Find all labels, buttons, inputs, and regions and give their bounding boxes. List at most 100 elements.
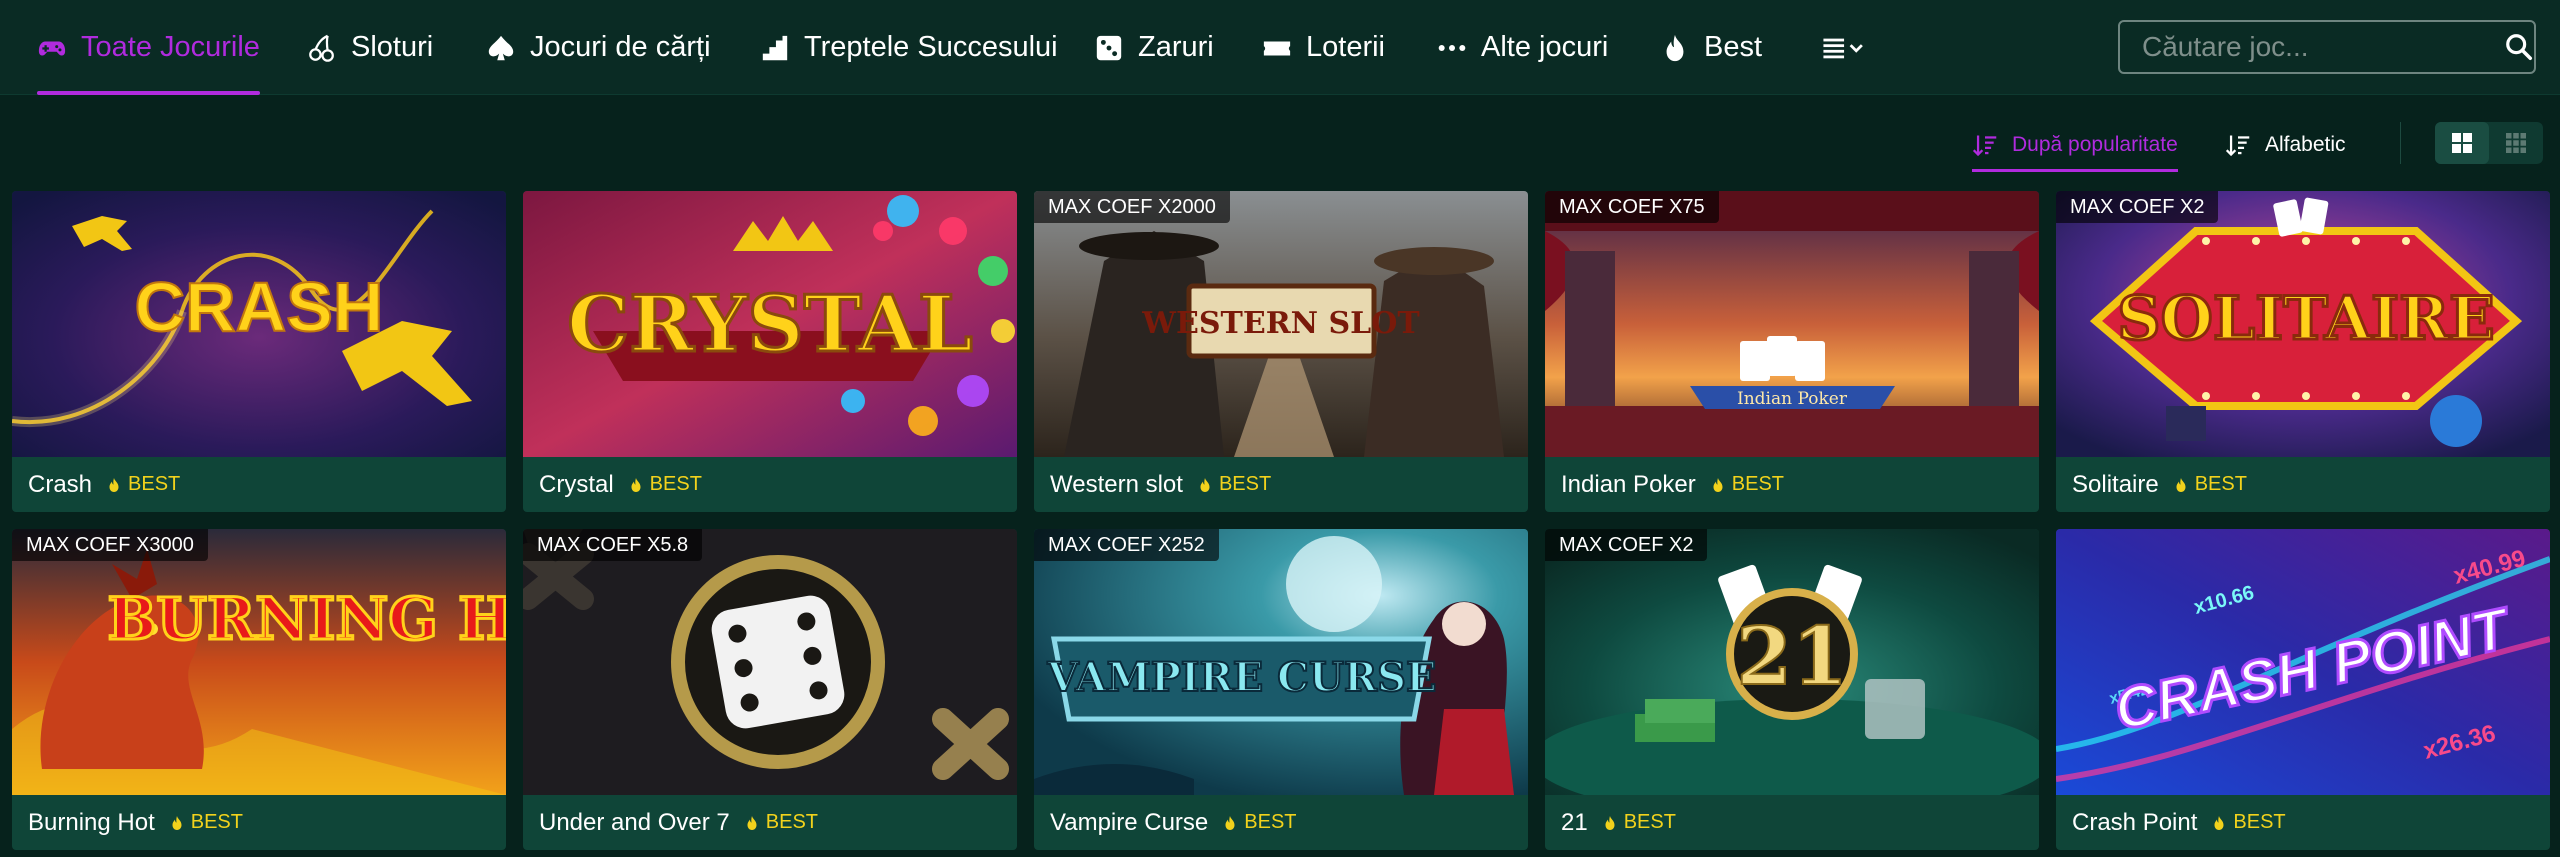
max-coef-badge: MAX COEF X3000 bbox=[12, 529, 208, 561]
game-card-vampire-curse[interactable]: VAMPIRE CURSE MAX COEF X252 Vampire Curs… bbox=[1034, 529, 1528, 850]
flame-icon bbox=[2214, 815, 2224, 830]
ticket-icon bbox=[1262, 33, 1292, 63]
best-badge: BEST bbox=[1602, 811, 1676, 834]
game-thumbnail: CRASH bbox=[12, 191, 506, 457]
game-art-title: VAMPIRE CURSE bbox=[1046, 654, 1436, 701]
game-card-under-and-over-7[interactable]: MAX COEF X5.8 Under and Over 7 BEST bbox=[523, 529, 1017, 850]
best-badge: BEST bbox=[106, 473, 180, 496]
best-badge: BEST bbox=[169, 811, 243, 834]
nav-item-best[interactable]: Best bbox=[1660, 0, 1762, 95]
grid-small-icon bbox=[2506, 133, 2526, 153]
search-icon bbox=[2505, 34, 2532, 61]
card-footer: Burning Hot BEST bbox=[12, 795, 506, 850]
game-card-western-slot[interactable]: WESTERN SLOT MAX COEF X2000 Western slot… bbox=[1034, 191, 1528, 512]
game-name: Solitaire bbox=[2072, 470, 2159, 498]
game-name: 21 bbox=[1561, 808, 1588, 836]
divider bbox=[2400, 122, 2401, 164]
game-thumbnail: BURNING HOT MAX COEF X3000 bbox=[12, 529, 506, 795]
search-input[interactable] bbox=[2120, 22, 2503, 72]
flame-icon bbox=[1200, 477, 1210, 492]
game-art-title: Indian Poker bbox=[1737, 389, 1848, 409]
game-art-title: CRASH bbox=[135, 268, 384, 346]
category-navbar: Toate Jocurile Sloturi Jocuri de cărți T… bbox=[0, 0, 2560, 95]
card-footer: Crash BEST bbox=[12, 457, 506, 512]
nav-item-card-games[interactable]: Jocuri de cărți bbox=[486, 0, 711, 95]
game-thumbnail: Indian Poker MAX COEF X75 bbox=[1545, 191, 2039, 457]
flame-icon bbox=[109, 477, 119, 492]
nav-item-lotteries[interactable]: Loterii bbox=[1262, 0, 1385, 95]
flame-icon bbox=[1660, 33, 1690, 63]
best-badge-label: BEST bbox=[2194, 473, 2247, 495]
game-card-burning-hot[interactable]: BURNING HOT MAX COEF X3000 Burning Hot B… bbox=[12, 529, 506, 850]
nav-label: Toate Jocurile bbox=[81, 31, 260, 63]
max-coef-badge: MAX COEF X5.8 bbox=[523, 529, 703, 561]
best-badge-label: BEST bbox=[1731, 473, 1785, 495]
game-thumbnail: WESTERN SLOT MAX COEF X2000 bbox=[1034, 191, 1528, 457]
game-art-title: CRYSTAL bbox=[567, 279, 973, 370]
game-thumbnail: x10.66 x40.99 x26.36 x5.42 CRASH POINT bbox=[2056, 529, 2550, 795]
view-toggle bbox=[2435, 122, 2543, 164]
sort-by-popularity[interactable]: După popularitate bbox=[1972, 118, 2178, 172]
search-box bbox=[2118, 20, 2536, 74]
grid-large-icon bbox=[2452, 133, 2472, 153]
best-badge: BEST bbox=[744, 811, 818, 834]
sort-descending-icon bbox=[1972, 135, 1997, 157]
card-footer: Under and Over 7 BEST bbox=[523, 795, 1017, 850]
more-dots-icon bbox=[1437, 33, 1467, 63]
flame-icon bbox=[747, 815, 757, 830]
stairs-icon bbox=[760, 33, 790, 63]
best-badge: BEST bbox=[2211, 811, 2286, 834]
max-coef-badge: MAX COEF X2 bbox=[1545, 529, 1708, 561]
game-thumbnail: MAX COEF X5.8 bbox=[523, 529, 1017, 795]
game-name: Western slot bbox=[1050, 470, 1183, 498]
sort-label: După popularitate bbox=[2012, 133, 2178, 156]
game-name: Burning Hot bbox=[28, 808, 155, 836]
nav-item-slots[interactable]: Sloturi bbox=[307, 0, 433, 95]
game-card-solitaire[interactable]: SOLITAIRE MAX COEF X2 Solitaire BEST bbox=[2056, 191, 2550, 512]
nav-label: Alte jocuri bbox=[1481, 31, 1609, 63]
card-footer: Vampire Curse BEST bbox=[1034, 795, 1528, 850]
more-categories-menu[interactable] bbox=[1820, 0, 1870, 95]
flame-icon bbox=[1605, 815, 1615, 830]
nav-label: Treptele Succesului bbox=[804, 31, 1058, 63]
dice-icon bbox=[1094, 33, 1124, 63]
nav-item-other-games[interactable]: Alte jocuri bbox=[1437, 0, 1608, 95]
best-badge: BEST bbox=[1710, 473, 1784, 496]
game-card-crystal[interactable]: CRYSTAL Crystal BEST bbox=[523, 191, 1017, 512]
view-large-grid-button[interactable] bbox=[2435, 122, 2489, 164]
best-badge: BEST bbox=[628, 473, 702, 496]
game-card-21[interactable]: 21 MAX COEF X2 21 BEST bbox=[1545, 529, 2039, 850]
game-card-indian-poker[interactable]: Indian Poker MAX COEF X75 Indian Poker B… bbox=[1545, 191, 2039, 512]
max-coef-badge: MAX COEF X75 bbox=[1545, 191, 1719, 223]
best-badge-label: BEST bbox=[1244, 811, 1297, 833]
max-coef-badge: MAX COEF X2 bbox=[2056, 191, 2219, 223]
nav-item-dice[interactable]: Zaruri bbox=[1094, 0, 1214, 95]
card-footer: 21 BEST bbox=[1545, 795, 2039, 850]
search-button[interactable] bbox=[2503, 22, 2534, 72]
game-name: Indian Poker bbox=[1561, 470, 1696, 498]
max-coef-badge: MAX COEF X2000 bbox=[1034, 191, 1230, 223]
nav-item-success-steps[interactable]: Treptele Succesului bbox=[760, 0, 1058, 95]
game-art-title: SOLITAIRE bbox=[2117, 284, 2494, 354]
spade-icon bbox=[486, 33, 516, 63]
card-footer: Western slot BEST bbox=[1034, 457, 1528, 512]
gamepad-icon bbox=[37, 33, 67, 63]
game-card-crash[interactable]: CRASH Crash BEST bbox=[12, 191, 506, 512]
nav-label: Sloturi bbox=[351, 31, 434, 63]
game-art-title: BURNING HOT bbox=[107, 585, 506, 653]
game-name: Vampire Curse bbox=[1050, 808, 1209, 836]
nav-label: Best bbox=[1704, 31, 1763, 63]
game-art-title: WESTERN SLOT bbox=[1141, 306, 1420, 341]
game-art-title: 21 bbox=[1736, 609, 1847, 703]
view-small-grid-button[interactable] bbox=[2489, 122, 2543, 164]
best-badge-label: BEST bbox=[1218, 473, 1272, 495]
card-footer: Crystal BEST bbox=[523, 457, 1017, 512]
sort-alphabetical[interactable]: Alfabetic bbox=[2225, 118, 2346, 172]
game-card-crash-point[interactable]: x10.66 x40.99 x26.36 x5.42 CRASH POINT C… bbox=[2056, 529, 2550, 850]
game-name: Crash Point bbox=[2072, 808, 2198, 836]
flame-icon bbox=[631, 477, 641, 492]
list-chevron-icon bbox=[1820, 33, 1870, 63]
nav-item-all-games[interactable]: Toate Jocurile bbox=[37, 0, 260, 95]
best-badge: BEST bbox=[2173, 473, 2247, 496]
max-coef-badge: MAX COEF X252 bbox=[1034, 529, 1219, 561]
